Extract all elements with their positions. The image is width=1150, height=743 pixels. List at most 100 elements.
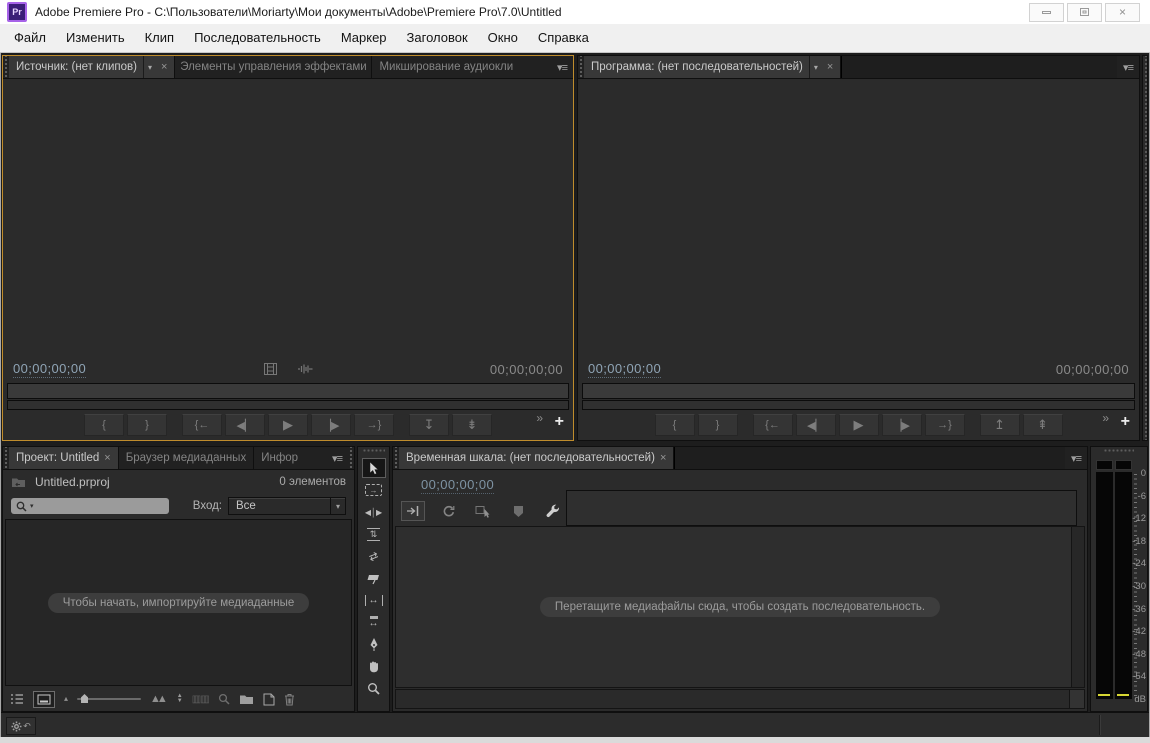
collapsed-panel-grip[interactable] [1142,55,1148,441]
lift-button[interactable]: ↥ [979,414,1020,436]
goto-in-button[interactable]: {← [752,414,793,436]
tab-effect-controls[interactable]: Элементы управления эффектами [175,56,373,78]
project-panel-menu-icon[interactable]: ▾≡ [326,447,348,469]
overwrite-button[interactable]: ⇟ [452,414,492,436]
mark-out-button[interactable]: } [127,414,167,436]
project-tab-close-icon[interactable]: × [104,452,110,464]
add-marker-button[interactable] [506,501,530,521]
slider-thumb[interactable] [81,694,89,703]
slip-tool[interactable]: ↔ [362,590,386,610]
tab-program[interactable]: Программа: (нет последовательностей) ▾ × [584,56,842,78]
play-button[interactable]: ▶ [268,414,308,436]
menu-edit[interactable]: Изменить [56,24,135,52]
tab-media-browser[interactable]: Браузер медиаданных [119,447,255,469]
source-tab-dropdown-icon[interactable]: ▾ [143,56,156,78]
timeline-tab-close-icon[interactable]: × [660,452,666,464]
parent-bin-icon[interactable] [11,476,26,488]
thumbnail-zoom-slider[interactable] [77,694,142,703]
events-button[interactable]: ↶ [6,717,36,735]
menu-help[interactable]: Справка [528,24,599,52]
button-editor-add-icon[interactable]: + [555,414,564,430]
zoom-tool[interactable] [362,678,386,698]
tab-timeline[interactable]: Временная шкала: (нет последовательносте… [399,447,675,469]
project-file-name[interactable]: Untitled.prproj [35,475,110,489]
mark-out-button[interactable]: } [697,414,738,436]
timeline-vertical-scrollbar[interactable] [1071,527,1084,687]
menu-title[interactable]: Заголовок [397,24,478,52]
program-tab-close-icon[interactable]: × [827,61,833,73]
timeline-tracks-area[interactable]: Перетащите медиафайлы сюда, чтобы создат… [395,526,1085,688]
zoom-out-icon[interactable]: ▴ [64,695,68,703]
snap-button[interactable] [401,501,425,521]
step-back-button[interactable]: ◀▏ [795,414,836,436]
more-buttons-chevron[interactable]: » [1102,411,1109,425]
step-forward-button[interactable]: ▕▶ [881,414,922,436]
linked-selection-button[interactable] [471,501,495,521]
source-zoom-bar[interactable] [7,400,569,410]
minimize-button[interactable] [1029,2,1064,22]
film-icon[interactable] [263,363,277,375]
tab-info[interactable]: Инфор [254,447,326,469]
goto-in-button[interactable]: {← [182,414,222,436]
pen-tool[interactable] [362,634,386,654]
icon-view-button[interactable] [33,690,55,708]
waveform-icon[interactable] [297,363,313,375]
more-buttons-chevron[interactable]: » [536,411,543,425]
source-tab-close-icon[interactable]: × [161,61,167,73]
sort-icon[interactable]: ▲ ▼ [177,693,183,704]
source-panel-menu-icon[interactable]: ▾≡ [551,56,573,78]
filter-dropdown[interactable]: Все ▾ [228,497,346,515]
goto-out-button[interactable]: →} [354,414,394,436]
source-viewer[interactable] [3,79,573,357]
timeline-settings-button[interactable] [541,501,565,521]
razor-tool[interactable] [362,568,386,588]
panel-grip[interactable] [348,447,354,469]
close-button[interactable]: × [1105,2,1140,22]
title-bar[interactable]: Pr Adobe Premiere Pro - C:\Пользователи\… [0,0,1150,25]
mark-in-button[interactable]: { [654,414,695,436]
tab-audio-clip-mixer[interactable]: Микширование аудиокли [372,56,551,78]
new-bin-icon[interactable] [239,693,254,705]
source-scrub-bar[interactable] [7,383,569,399]
menu-window[interactable]: Окно [478,24,528,52]
timeline-panel-menu-icon[interactable]: ▾≡ [1065,447,1087,469]
loop-button[interactable] [436,501,460,521]
restore-button[interactable] [1067,2,1102,22]
timeline-ruler[interactable] [566,490,1077,526]
automate-to-sequence-icon[interactable]: ▥▥ [192,694,210,705]
audio-meter[interactable]: 0 -6 -12 -18 -24 -30 -36 -42 -48 -54 dB [1091,456,1147,711]
find-icon[interactable] [218,693,230,705]
search-options-arrow-icon[interactable]: ▾ [30,502,34,510]
program-tab-dropdown-icon[interactable]: ▾ [808,56,822,78]
play-button[interactable]: ▶ [838,414,879,436]
rolling-edit-tool[interactable]: ⇅ [362,524,386,544]
tab-source[interactable]: Источник: (нет клипов) ▾ × [9,56,176,78]
new-item-icon[interactable] [263,693,275,706]
menu-clip[interactable]: Клип [135,24,184,52]
slide-tool[interactable]: ↔ [362,612,386,632]
hand-tool[interactable] [362,656,386,676]
program-scrub-bar[interactable] [582,383,1135,399]
program-viewer[interactable] [578,79,1139,357]
project-bin-area[interactable]: Чтобы начать, импортируйте медиаданные [5,519,352,686]
step-forward-button[interactable]: ▕▶ [311,414,351,436]
panel-grip[interactable] [362,449,385,456]
step-back-button[interactable]: ◀▏ [225,414,265,436]
selection-tool[interactable] [361,458,386,478]
menu-file[interactable]: Файл [4,24,56,52]
window-border-bottom[interactable] [0,737,1150,743]
timeline-horizontal-scrollbar[interactable] [395,689,1085,709]
list-view-button[interactable] [10,693,24,705]
timeline-timecode[interactable]: 00;00;00;00 [421,477,495,494]
button-editor-add-icon[interactable]: + [1121,414,1130,430]
panel-grip[interactable] [1104,449,1134,456]
source-current-timecode[interactable]: 00;00;00;00 [13,361,87,378]
track-select-tool[interactable]: → [362,480,386,500]
program-panel-menu-icon[interactable]: ▾≡ [1117,56,1139,78]
rate-stretch-tool[interactable]: ⇄ [362,546,386,566]
program-zoom-bar[interactable] [582,400,1135,410]
extract-button[interactable]: ⇞ [1022,414,1063,436]
insert-button[interactable]: ↧ [409,414,449,436]
menu-sequence[interactable]: Последовательность [184,24,331,52]
ripple-edit-tool[interactable]: ◀│▶ [362,502,386,522]
